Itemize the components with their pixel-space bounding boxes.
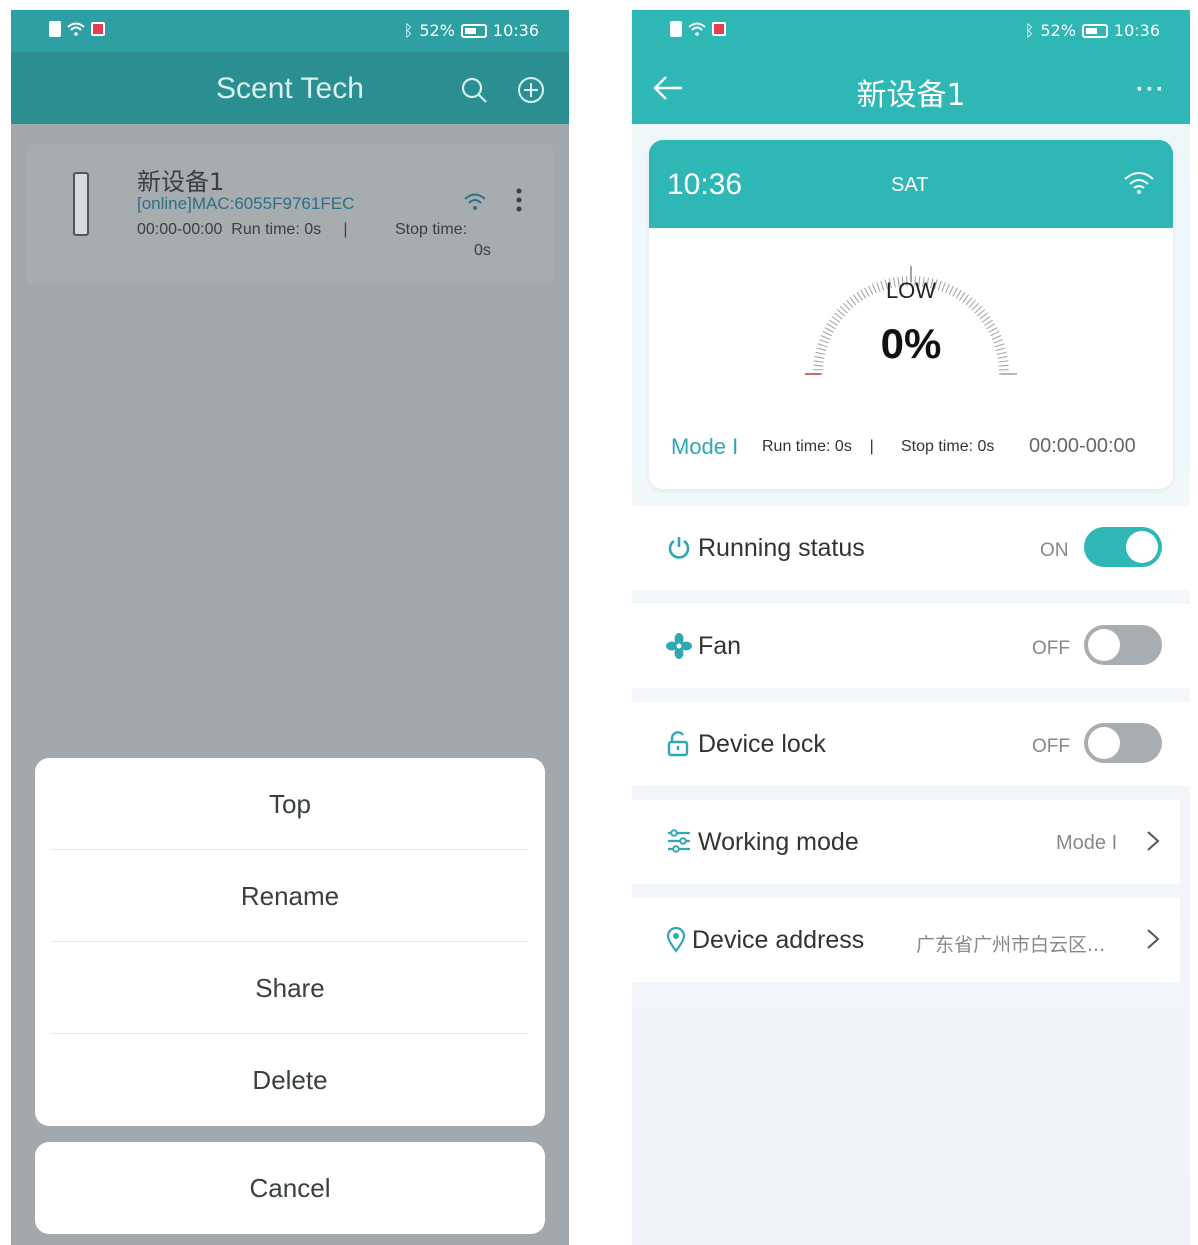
- card-time: 10:36: [667, 168, 743, 201]
- run-time: Run time: 0s |: [762, 438, 874, 456]
- app-bar: Scent Tech: [11, 52, 569, 124]
- wifi-icon: [67, 22, 85, 36]
- chevron-right-icon: [1147, 929, 1160, 949]
- clock: 10:36: [1113, 21, 1160, 40]
- location-pin-icon: [666, 927, 686, 953]
- sliders-icon: [668, 829, 690, 853]
- device-stop-value: 0s: [474, 242, 491, 259]
- app-bar: 新设备1 ···: [632, 52, 1190, 124]
- sim-icon: [670, 21, 682, 37]
- device-address-value: 广东省广州市白云区...: [916, 934, 1106, 956]
- device-lock-toggle[interactable]: [1084, 723, 1162, 763]
- card-footer: Mode I Run time: 0s | Stop time: 0s 00:0…: [671, 432, 1161, 462]
- status-bar: ᛒ 52% 10:36: [632, 10, 1190, 52]
- gauge-tick: [974, 305, 983, 314]
- running-status-toggle[interactable]: [1084, 527, 1162, 567]
- gauge-tick: [839, 305, 848, 314]
- device-status-card: 10:36 SAT LOW 0% Mode I Run time: 0s | S…: [649, 140, 1173, 489]
- gauge-tick: [836, 309, 846, 317]
- device-schedule: 00:00-00:00: [137, 221, 223, 238]
- device-schedule-runtime: 00:00-00:00 Run time: 0s |: [137, 221, 348, 239]
- chevron-right-icon: [1147, 831, 1160, 851]
- sd-card-icon: [712, 22, 726, 36]
- device-stop-label: Stop time:: [395, 221, 468, 238]
- battery-icon: [1081, 23, 1108, 38]
- device-lock-state: OFF: [1032, 736, 1070, 757]
- device-name: 新设备1: [137, 168, 225, 196]
- working-mode-value: Mode I: [1056, 832, 1118, 854]
- running-status-state: ON: [1040, 540, 1069, 561]
- stop-time: Stop time: 0s: [901, 438, 995, 455]
- fan-row: Fan OFF: [632, 604, 1190, 688]
- working-mode-label: Working mode: [698, 828, 859, 856]
- device-lock-label: Device lock: [698, 730, 826, 758]
- device-mac: [online]MAC:6055F9761FEC: [137, 194, 355, 213]
- more-horizontal-icon[interactable]: ···: [1136, 76, 1166, 104]
- fan-toggle[interactable]: [1084, 625, 1162, 665]
- sheet-item-delete[interactable]: Delete: [51, 1034, 529, 1126]
- toggle-knob: [1088, 629, 1120, 661]
- cancel-button[interactable]: Cancel: [35, 1142, 545, 1234]
- clock: 10:36: [492, 21, 539, 40]
- sheet-item-top[interactable]: Top: [51, 758, 529, 850]
- gauge-tick: [842, 302, 851, 311]
- battery-percent: 52%: [419, 21, 455, 40]
- sim-icon: [49, 21, 61, 37]
- device-separator: |: [343, 221, 348, 238]
- power-icon: [668, 537, 690, 559]
- wifi-icon: [1124, 172, 1154, 194]
- running-status-label: Running status: [698, 534, 865, 562]
- diffuser-device-image: [73, 172, 89, 236]
- intensity-level: LOW: [885, 278, 937, 303]
- more-vertical-icon[interactable]: [515, 188, 523, 212]
- current-mode: Mode I: [671, 434, 739, 459]
- device-card[interactable]: 新设备1 [online]MAC:6055F9761FEC 00:00-00:0…: [27, 144, 553, 284]
- fan-label: Fan: [698, 632, 742, 660]
- bluetooth-icon: ᛒ: [1024, 21, 1035, 40]
- run-time-text: Run time: 0s: [762, 438, 852, 455]
- working-mode-row[interactable]: Working mode Mode I: [632, 800, 1180, 884]
- fan-state: OFF: [1032, 638, 1070, 659]
- separator: |: [869, 438, 874, 455]
- toggle-knob: [1088, 727, 1120, 759]
- device-run-time: Run time: 0s: [231, 221, 322, 238]
- gauge-tick: [971, 302, 980, 311]
- sheet-item-share[interactable]: Share: [51, 942, 529, 1034]
- page-title: 新设备1: [856, 78, 966, 113]
- unlock-icon: [667, 731, 689, 757]
- bluetooth-icon: ᛒ: [403, 21, 414, 40]
- gauge-tick: [979, 312, 988, 320]
- card-header: 10:36 SAT: [649, 140, 1173, 228]
- gauge-tick: [834, 312, 843, 320]
- wifi-icon: [688, 22, 706, 36]
- toggle-knob: [1126, 531, 1158, 563]
- battery-icon: [460, 23, 487, 38]
- gauge-tick: [976, 309, 986, 317]
- time-range: 00:00-00:00: [1029, 435, 1136, 457]
- device-detail-screen: ᛒ 52% 10:36 新设备1 ··· 10:36 SAT LOW 0% Mo…: [632, 10, 1190, 1245]
- intensity-percent: 0%: [880, 320, 942, 367]
- action-sheet: Top Rename Share Delete: [35, 758, 545, 1126]
- sd-card-icon: [91, 22, 105, 36]
- device-list-screen: ᛒ 52% 10:36 Scent Tech 新设备1 [online]MAC:…: [11, 10, 569, 1245]
- search-icon[interactable]: [460, 76, 488, 104]
- device-address-label: Device address: [692, 926, 865, 954]
- sheet-item-rename[interactable]: Rename: [51, 850, 529, 942]
- running-status-row: Running status ON: [632, 506, 1190, 590]
- device-address-row[interactable]: Device address 广东省广州市白云区...: [632, 898, 1180, 982]
- battery-percent: 52%: [1040, 21, 1076, 40]
- status-bar: ᛒ 52% 10:36: [11, 10, 569, 52]
- card-day: SAT: [891, 174, 929, 196]
- device-lock-row: Device lock OFF: [632, 702, 1190, 786]
- add-icon[interactable]: [517, 76, 545, 104]
- fan-icon: [666, 633, 692, 659]
- wifi-icon: [464, 193, 486, 210]
